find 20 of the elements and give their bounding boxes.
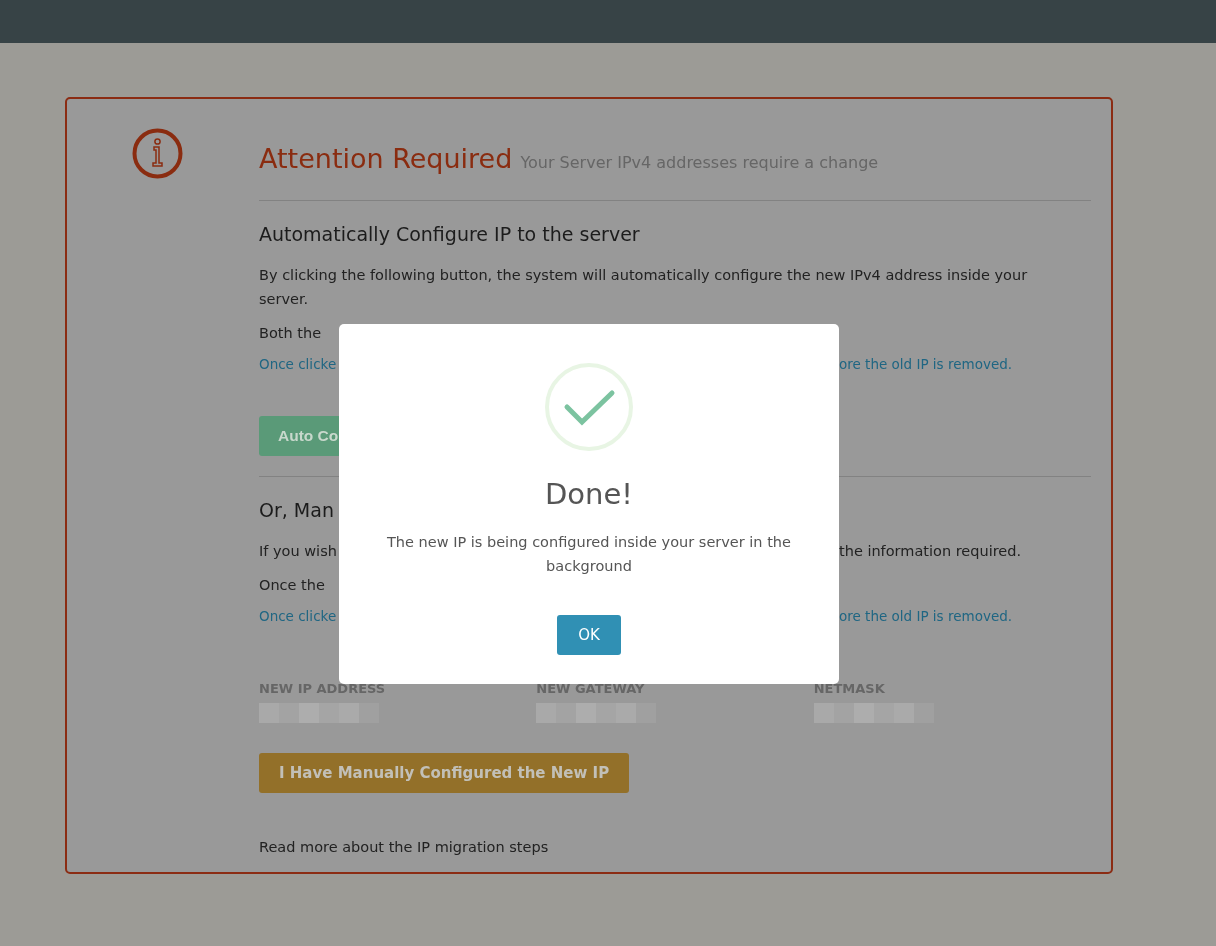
paragraph: By clicking the following button, the system will automatically configure the new IPv4 address inside your server. <box>259 266 1029 309</box>
section-heading: Or, Man <box>259 499 335 521</box>
alert-title: Attention Required <box>259 143 513 174</box>
manual-configured-button[interactable]: I Have Manually Configured the New IP <box>259 753 630 793</box>
note-text: ore the old IP is removed. <box>839 608 1013 624</box>
paragraph: Both the <box>259 325 322 341</box>
paragraph: If you wish <box>259 542 337 561</box>
note-text: Once clicke <box>259 608 337 624</box>
info-icon <box>132 128 183 179</box>
auto-configure-button[interactable]: Auto Co <box>259 416 340 456</box>
paragraph: Once the <box>259 577 325 593</box>
note-text: Once clicke <box>259 356 337 372</box>
dialog-title: Done! <box>545 477 633 511</box>
dialog-message: The new IP is being configured inside your server in the background <box>386 533 792 576</box>
note-text: ore the old IP is removed. <box>839 356 1013 372</box>
migration-steps-link[interactable]: Read more about the IP migration steps <box>259 839 549 855</box>
paragraph: the information required. <box>839 542 1022 561</box>
ok-button[interactable]: OK <box>557 615 621 655</box>
section-heading: Automatically Configure IP to the server <box>259 223 641 245</box>
checkmark-icon <box>545 363 633 451</box>
